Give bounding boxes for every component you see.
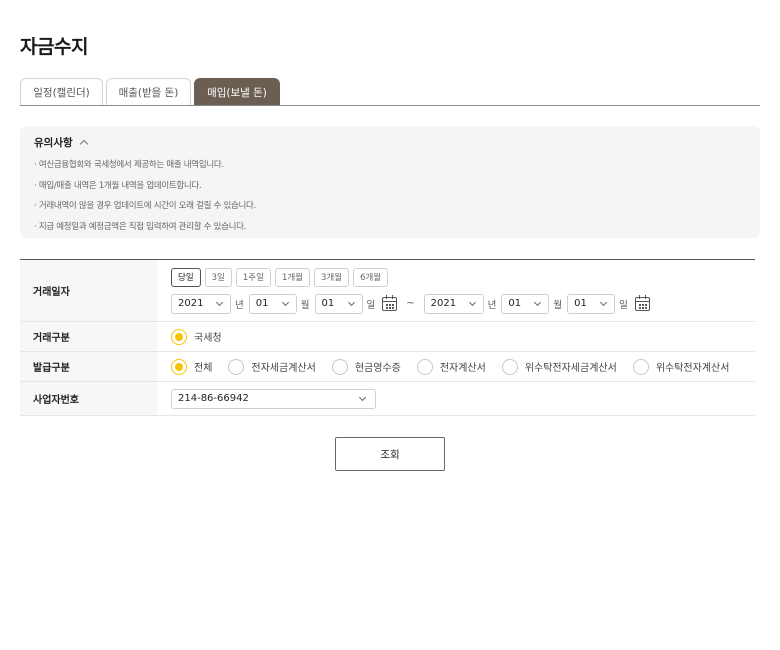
issue-type-radios: 전체 전자세금계산서 현금영수증 전자계산서 위수탁전자세금계산서 위수탁전자계… xyxy=(171,358,729,375)
chevron-down-icon xyxy=(468,298,476,306)
notice-item: 거래내역이 많을 경우 업데이트에 시간이 오래 걸릴 수 있습니다. xyxy=(34,196,746,217)
tab-purchase[interactable]: 매입(보낼 돈) xyxy=(194,78,280,105)
radio-e-invoice[interactable]: 전자계산서 xyxy=(416,358,486,375)
radio-dot xyxy=(501,358,518,375)
date-range: 2021 년 01 월 01 일 ~ 2021 년 01 월 01 일 xyxy=(171,293,650,314)
radio-nts[interactable]: 국세청 xyxy=(171,328,222,345)
from-month-select[interactable]: 01 xyxy=(248,293,297,314)
period-3days-button[interactable]: 3일 xyxy=(204,267,232,287)
row-issue-type: 발급구분 전체 전자세금계산서 현금영수증 전자계산서 위수탁전자세금계산서 위… xyxy=(20,352,755,382)
period-today-button[interactable]: 당일 xyxy=(171,267,201,287)
calendar-icon[interactable] xyxy=(382,294,398,311)
chevron-down-icon xyxy=(347,298,355,306)
search-form: 거래일자 당일 3일 1주일 1개월 3개월 6개월 2021 년 01 월 0… xyxy=(20,259,755,416)
notice-item: 매입/매출 내역은 1개월 내역을 업데이트합니다. xyxy=(34,176,746,197)
radio-dot xyxy=(331,358,348,375)
period-6months-button[interactable]: 6개월 xyxy=(353,267,389,287)
row-trade-type: 거래구분 국세청 xyxy=(20,322,755,352)
calendar-icon[interactable] xyxy=(634,294,650,311)
search-button[interactable]: 조회 xyxy=(335,437,445,471)
to-day-select[interactable]: 01 xyxy=(567,293,616,314)
chevron-up-icon[interactable] xyxy=(79,139,88,148)
chevron-down-icon xyxy=(534,298,542,306)
unit-day: 일 xyxy=(366,299,376,311)
trade-date-label: 거래일자 xyxy=(20,260,157,321)
unit-month: 월 xyxy=(553,299,563,311)
from-day-select[interactable]: 01 xyxy=(314,293,363,314)
chevron-down-icon xyxy=(215,298,224,306)
period-1week-button[interactable]: 1주일 xyxy=(235,267,271,287)
radio-consigned-e-tax-invoice[interactable]: 위수탁전자세금계산서 xyxy=(501,358,617,375)
period-3months-button[interactable]: 3개월 xyxy=(314,267,350,287)
radio-dot xyxy=(171,358,187,375)
business-number-label: 사업자번호 xyxy=(20,382,157,415)
radio-cash-receipt[interactable]: 현금영수증 xyxy=(331,358,401,375)
tab-sales[interactable]: 매출(받을 돈) xyxy=(106,78,191,105)
notice-title: 유의사항 xyxy=(34,136,73,149)
radio-dot xyxy=(632,358,649,375)
notice-box: 유의사항 여신금융협회와 국세청에서 제공하는 매출 내역입니다. 매입/매출 … xyxy=(20,126,760,238)
chevron-down-icon xyxy=(600,298,608,306)
business-number-select[interactable]: 214-86-66942 xyxy=(171,388,376,409)
notice-header[interactable]: 유의사항 xyxy=(34,136,746,149)
row-business-number: 사업자번호 214-86-66942 xyxy=(20,382,755,416)
tab-bar: 일정(캘린더) 매출(받을 돈) 매입(보낼 돈) xyxy=(20,78,760,106)
period-1month-button[interactable]: 1개월 xyxy=(274,267,310,287)
notice-item: 지급 예정일과 예정금액은 직접 입력하여 관리할 수 있습니다. xyxy=(34,217,746,238)
radio-e-tax-invoice[interactable]: 전자세금계산서 xyxy=(228,358,316,375)
trade-type-label: 거래구분 xyxy=(20,322,157,351)
date-separator: ~ xyxy=(406,298,415,309)
notice-item: 여신금융협회와 국세청에서 제공하는 매출 내역입니다. xyxy=(34,155,746,176)
unit-day: 일 xyxy=(619,299,628,311)
trade-type-radios: 국세청 xyxy=(171,328,238,345)
radio-all[interactable]: 전체 xyxy=(171,358,212,375)
to-year-select[interactable]: 2021 xyxy=(423,293,484,314)
tab-calendar[interactable]: 일정(캘린더) xyxy=(20,78,103,105)
from-year-select[interactable]: 2021 xyxy=(171,293,231,314)
unit-year: 년 xyxy=(235,299,244,311)
to-month-select[interactable]: 01 xyxy=(501,293,550,314)
page-title: 자금수지 xyxy=(20,36,88,58)
radio-dot xyxy=(416,358,433,375)
chevron-down-icon xyxy=(358,393,367,401)
radio-consigned-e-invoice[interactable]: 위수탁전자계산서 xyxy=(632,358,729,375)
unit-year: 년 xyxy=(487,299,497,311)
unit-month: 월 xyxy=(300,299,310,311)
row-trade-date: 거래일자 당일 3일 1주일 1개월 3개월 6개월 2021 년 01 월 0… xyxy=(20,260,755,322)
chevron-down-icon xyxy=(281,298,289,306)
period-buttons: 당일 3일 1주일 1개월 3개월 6개월 xyxy=(171,267,389,287)
notice-list: 여신금융협회와 국세청에서 제공하는 매출 내역입니다. 매입/매출 내역은 1… xyxy=(34,155,746,237)
radio-dot xyxy=(228,358,245,375)
radio-dot xyxy=(171,328,187,345)
issue-type-label: 발급구분 xyxy=(20,352,157,381)
